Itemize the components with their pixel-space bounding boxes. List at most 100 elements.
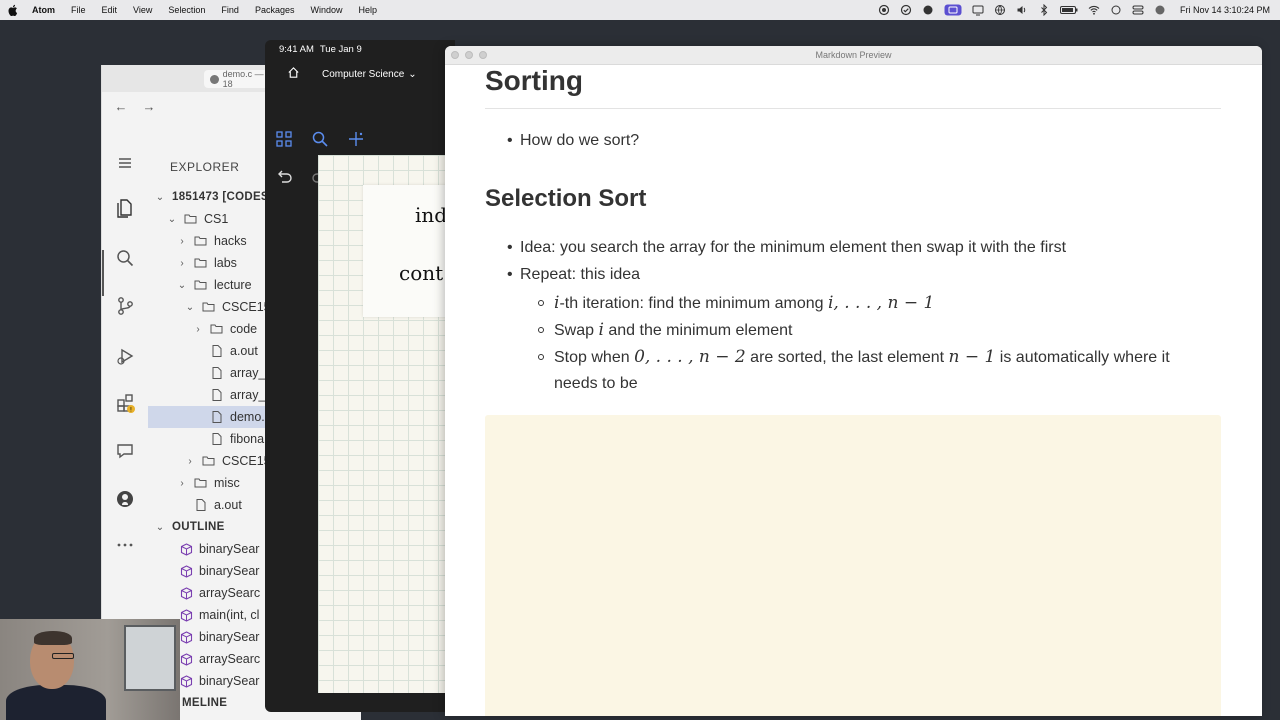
chevron-down-icon: ⌄ xyxy=(167,213,177,225)
notebook-page[interactable]: ind cont xyxy=(318,155,455,693)
bullet-circle xyxy=(538,300,544,306)
search-icon[interactable] xyxy=(311,130,329,148)
list-item-text: are sorted, the last element xyxy=(745,349,949,366)
menu-selection[interactable]: Selection xyxy=(168,5,205,15)
method-cube-icon xyxy=(180,542,193,556)
more-icon[interactable] xyxy=(114,534,136,556)
menu-app-name[interactable]: Atom xyxy=(32,5,55,15)
zoom-window-button[interactable] xyxy=(479,51,487,59)
forward-arrow-icon[interactable]: → xyxy=(142,99,156,114)
grid-icon[interactable] xyxy=(275,130,293,148)
menu-find[interactable]: Find xyxy=(221,5,239,15)
ipad-topbar: Computer Science ⌄ xyxy=(265,59,455,89)
list-item-text: Swap xyxy=(554,322,599,339)
list-item-text: needs to be xyxy=(554,375,638,392)
bullet: • xyxy=(507,239,513,256)
undo-icon[interactable] xyxy=(275,168,293,186)
menu-window[interactable]: Window xyxy=(310,5,342,15)
method-cube-icon xyxy=(180,630,193,644)
run-debug-icon[interactable] xyxy=(114,345,136,367)
source-control-icon[interactable] xyxy=(114,295,136,317)
display-icon[interactable] xyxy=(972,4,984,16)
files-icon[interactable] xyxy=(114,197,136,219)
method-cube-icon xyxy=(180,652,193,666)
notebook-breadcrumb[interactable]: Computer Science ⌄ xyxy=(322,69,417,80)
folder-icon xyxy=(202,455,216,467)
tree-label: misc xyxy=(214,476,240,490)
folder-icon xyxy=(194,257,208,269)
chevron-down-icon: ⌄ xyxy=(155,521,165,533)
menu-help[interactable]: Help xyxy=(358,5,377,15)
sparkle-icon[interactable] xyxy=(347,130,365,148)
file-icon xyxy=(210,411,224,423)
menu-packages[interactable]: Packages xyxy=(255,5,295,15)
search-icon[interactable] xyxy=(114,247,136,269)
ipad-time: 9:41 AM xyxy=(279,44,314,55)
bullet: • xyxy=(507,266,513,283)
menu-file[interactable]: File xyxy=(71,5,86,15)
minimize-window-button[interactable] xyxy=(465,51,473,59)
folder-open-icon xyxy=(202,301,216,313)
ipad-notes-window: 9:41 AM Tue Jan 9 Computer Science ⌄ ind… xyxy=(265,40,455,712)
extensions-icon[interactable]: ! xyxy=(114,392,136,414)
bluetooth-icon[interactable] xyxy=(1038,4,1050,16)
chevron-right-icon: › xyxy=(180,477,184,489)
outline-label: binarySear xyxy=(199,564,260,578)
control-center-icon[interactable] xyxy=(1132,4,1144,16)
code-block[interactable] xyxy=(485,415,1221,716)
globe-icon[interactable] xyxy=(994,4,1006,16)
record-icon[interactable] xyxy=(878,4,890,16)
list-item-text: and the minimum element xyxy=(603,322,793,339)
folder-open-icon xyxy=(184,213,198,225)
outline-label: binarySear xyxy=(199,542,260,556)
chevron-down-icon: ⌄ xyxy=(155,191,165,203)
siri-icon[interactable] xyxy=(1154,4,1166,16)
github-icon[interactable] xyxy=(114,488,136,510)
screen-share-icon[interactable] xyxy=(944,4,962,16)
battery-icon[interactable] xyxy=(1059,4,1078,16)
chevron-right-icon: › xyxy=(180,235,184,247)
wifi-icon[interactable] xyxy=(1088,4,1100,16)
remote-explorer-icon[interactable] xyxy=(114,440,136,462)
home-icon[interactable] xyxy=(287,66,300,82)
close-window-button[interactable] xyxy=(451,51,459,59)
list-item-text: is automatically where it xyxy=(995,349,1170,366)
check-circle-icon[interactable] xyxy=(900,4,912,16)
bullet: • xyxy=(507,132,513,149)
preview-titlebar: Markdown Preview xyxy=(445,46,1262,65)
sub-list-item: i-th iteration: find the minimum among i… xyxy=(538,293,934,314)
bullet-circle xyxy=(538,327,544,333)
menu-edit[interactable]: Edit xyxy=(102,5,118,15)
heading-selection-sort: Selection Sort xyxy=(485,185,647,212)
focus-icon[interactable] xyxy=(1110,4,1122,16)
menu-view[interactable]: View xyxy=(133,5,152,15)
list-item-text: Repeat: this idea xyxy=(520,266,641,283)
webcam-whiteboard xyxy=(124,625,176,691)
list-item: • Repeat: this idea xyxy=(507,265,641,285)
apple-logo-icon[interactable] xyxy=(8,4,18,16)
menu-bar: Atom File Edit View Selection Find Packa… xyxy=(0,0,1280,20)
circle-icon[interactable] xyxy=(922,4,934,16)
math-inline: 0, . . . , n − 2 xyxy=(634,347,746,367)
outline-label: arraySearc xyxy=(199,586,261,600)
markdown-preview-window: Markdown Preview Sorting • How do we sor… xyxy=(445,46,1262,716)
volume-icon[interactable] xyxy=(1016,4,1028,16)
tree-label: lecture xyxy=(214,278,252,292)
outline-label: main(int, cl xyxy=(199,608,260,622)
file-icon xyxy=(210,389,224,401)
folder-icon xyxy=(194,235,208,247)
outline-label: arraySearc xyxy=(199,652,261,666)
outline-title: OUTLINE xyxy=(172,521,225,533)
tree-label: demo. xyxy=(230,410,265,424)
menu-icon[interactable] xyxy=(114,152,136,174)
method-cube-icon xyxy=(180,564,193,578)
list-item-text: Idea: you search the array for the minim… xyxy=(520,239,1067,256)
list-item-text: How do we sort? xyxy=(520,132,640,149)
back-arrow-icon[interactable]: ← xyxy=(114,99,128,114)
menu-clock[interactable]: Fri Nov 14 3:10:24 PM xyxy=(1180,5,1270,15)
tree-label: a.out xyxy=(230,344,258,358)
tree-label: array_ xyxy=(230,388,266,402)
vscode-tab[interactable]: demo.c — 18 xyxy=(204,69,274,89)
chevron-right-icon: › xyxy=(196,323,200,335)
activity-active-indicator xyxy=(102,250,104,296)
